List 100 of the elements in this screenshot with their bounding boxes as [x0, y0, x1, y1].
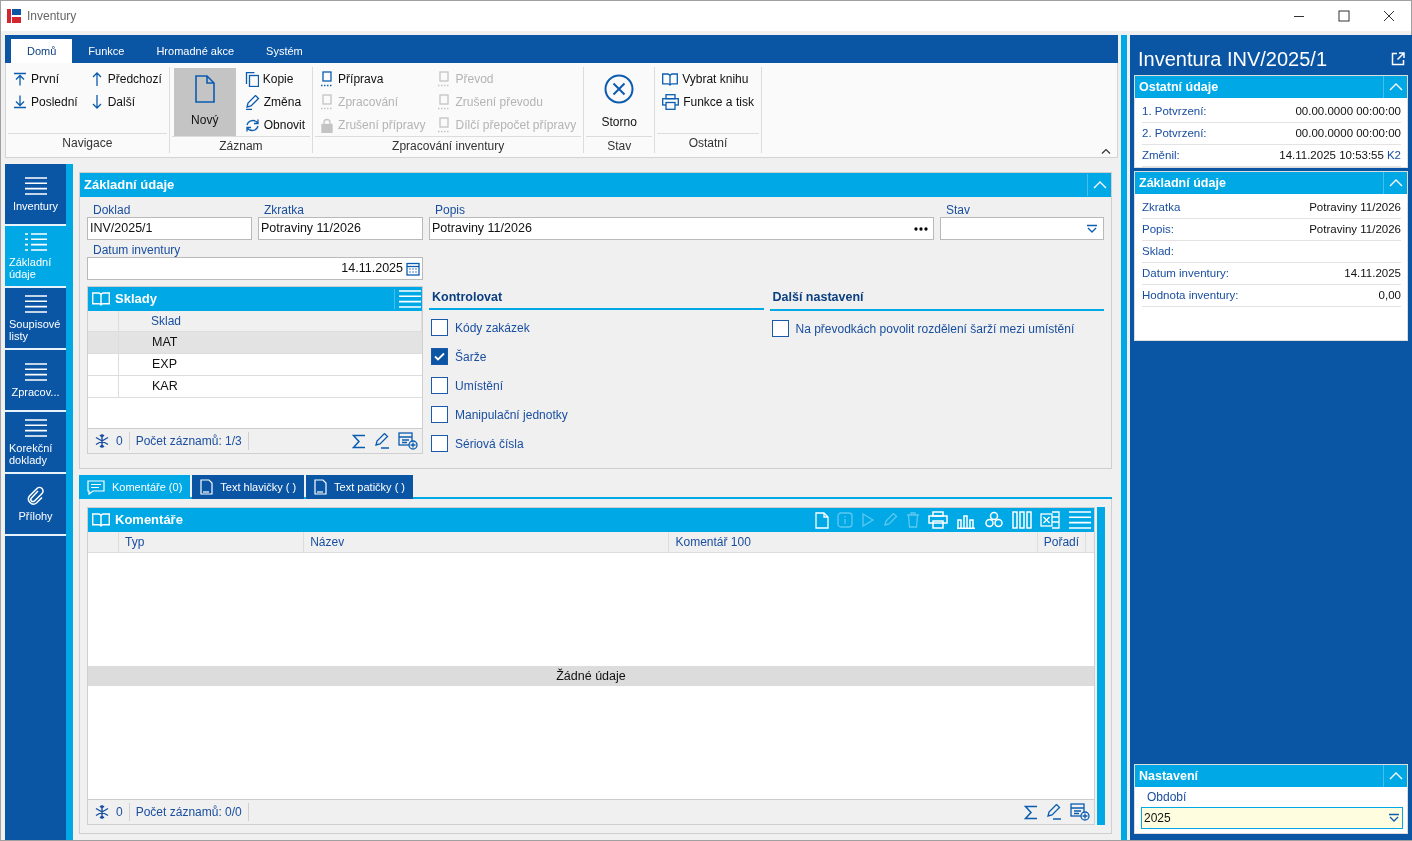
copy-icon: [244, 71, 259, 87]
checkbox-label: Na převodkách povolit rozdělení šarží mezi umístění: [795, 320, 1075, 338]
toolbar-button[interactable]: [1038, 509, 1062, 531]
grid-title: Sklady: [115, 290, 157, 309]
snowflake-icon: [94, 804, 110, 820]
step-icon: [437, 94, 452, 110]
collapse-ribbon-button[interactable]: [1101, 148, 1111, 154]
play-icon: [861, 512, 875, 528]
ribbon-button[interactable]: Funkce a tisk: [659, 91, 757, 113]
book-icon: [662, 72, 679, 86]
menu-icon: [23, 362, 48, 382]
filter-count: 0: [116, 804, 123, 821]
checkbox[interactable]: [431, 377, 448, 394]
table-row[interactable]: MAT: [88, 332, 422, 354]
checkbox[interactable]: [431, 435, 448, 452]
field-label: 2. Potvrzení:: [1142, 125, 1207, 141]
field-label: Zkratka: [264, 203, 304, 217]
table-add-icon: [1070, 803, 1090, 821]
calendar-icon: [406, 261, 420, 276]
table-cell-text: MAT: [151, 334, 179, 351]
dropdown-field[interactable]: 2025: [1141, 807, 1403, 829]
field-value: 14.11.2025: [1344, 265, 1401, 281]
step-icon: [320, 94, 335, 110]
ribbon-button[interactable]: Kopie: [241, 68, 309, 90]
ribbon-tab[interactable]: Systém: [250, 39, 319, 63]
arrow-down-bar-icon: [13, 95, 27, 109]
tab[interactable]: Text hlavičky ( ): [192, 475, 305, 499]
collapse-icon: [1388, 772, 1403, 780]
field-label: Popis:: [1142, 221, 1174, 237]
table-row[interactable]: KAR: [88, 376, 422, 398]
ribbon-button[interactable]: Nový: [173, 68, 236, 136]
section-title: Nastavení: [1139, 767, 1199, 785]
edit-icon: [374, 433, 390, 449]
spreadsheet-icon: [1040, 511, 1060, 529]
column-header[interactable]: Komentář 100: [669, 532, 1038, 552]
ribbon-button[interactable]: Změna: [241, 91, 309, 113]
toolbar-button[interactable]: [926, 509, 950, 531]
date-field[interactable]: 14.11.2025: [87, 257, 423, 280]
menu-icon: [23, 294, 48, 314]
field-value: Potraviny 11/2026: [1309, 199, 1401, 215]
field-label: Zkratka: [1142, 199, 1181, 215]
dropdown-field[interactable]: [940, 217, 1104, 240]
ribbon-button[interactable]: Obnovit: [241, 114, 309, 136]
toolbar-button[interactable]: [1010, 509, 1034, 531]
table-add-icon: [398, 432, 418, 450]
menu-icon: [23, 176, 48, 196]
column-header[interactable]: Typ: [119, 532, 305, 552]
user-link[interactable]: K2: [1386, 146, 1401, 165]
app-icon: [7, 9, 21, 23]
edit-icon: [1046, 804, 1062, 820]
section-title: Základní údaje: [1139, 174, 1226, 192]
close-icon: [1382, 10, 1395, 22]
ribbon-button[interactable]: Předchozí: [86, 68, 165, 90]
field-value: 00.00.0000 00:00:00: [1295, 125, 1401, 141]
column-header[interactable]: Název: [304, 532, 670, 552]
grid-menu-button[interactable]: [1066, 509, 1094, 531]
checkbox[interactable]: [431, 406, 448, 423]
field-label: Hodnota inventury:: [1142, 287, 1239, 303]
filter-count: 0: [116, 433, 123, 450]
dropdown-icon: [1086, 223, 1098, 234]
step-icon: [437, 117, 452, 133]
info-icon: [837, 512, 853, 528]
ribbon-button[interactable]: První: [10, 68, 81, 90]
more-icon: [914, 226, 928, 231]
checkbox[interactable]: [771, 320, 789, 337]
tab[interactable]: Text patičky ( ): [306, 475, 413, 499]
input-field[interactable]: Potraviny 11/2026: [258, 217, 423, 240]
panel-title: Základní údaje: [84, 176, 175, 195]
group-label: Navigace: [8, 133, 167, 153]
section-title: Ostatní údaje: [1139, 78, 1219, 96]
ribbon-button[interactable]: Poslední: [10, 91, 81, 113]
scroll-bar[interactable]: [1097, 507, 1105, 825]
book-icon: [92, 512, 110, 528]
input-field[interactable]: Potraviny 11/2026: [429, 217, 934, 240]
columns-icon: [1012, 511, 1032, 529]
ribbon-button[interactable]: Vybrat knihu: [659, 68, 757, 90]
toolbar-button[interactable]: [813, 509, 831, 531]
field-label: Sklad:: [1142, 243, 1174, 259]
grid-title: Komentáře: [115, 511, 183, 530]
step-icon: [320, 71, 335, 87]
ribbon-tab[interactable]: Hromadné akce: [140, 39, 251, 63]
cluster-icon: [984, 511, 1004, 529]
ribbon-tab[interactable]: Domů: [11, 39, 73, 63]
ribbon-tab[interactable]: Funkce: [72, 39, 141, 63]
ribbon-button[interactable]: Další: [86, 91, 165, 113]
sigma-icon: [352, 433, 366, 449]
ribbon-button[interactable]: Příprava: [317, 68, 429, 90]
snowflake-icon: [94, 433, 110, 449]
checkbox[interactable]: [431, 319, 448, 336]
checkbox[interactable]: [431, 348, 448, 365]
paperclip-icon: [26, 486, 45, 506]
column-header[interactable]: Pořadí: [1037, 532, 1087, 552]
table-row[interactable]: EXP: [88, 354, 422, 376]
popout-button[interactable]: [1391, 52, 1408, 66]
field-label: Datum inventury:: [1142, 265, 1229, 281]
ribbon-button[interactable]: Storno: [588, 68, 651, 136]
input-field[interactable]: INV/2025/1: [87, 217, 252, 240]
pencil-icon: [244, 94, 260, 110]
grid-menu-button[interactable]: [394, 289, 422, 309]
group-label: Záznam: [171, 136, 311, 155]
